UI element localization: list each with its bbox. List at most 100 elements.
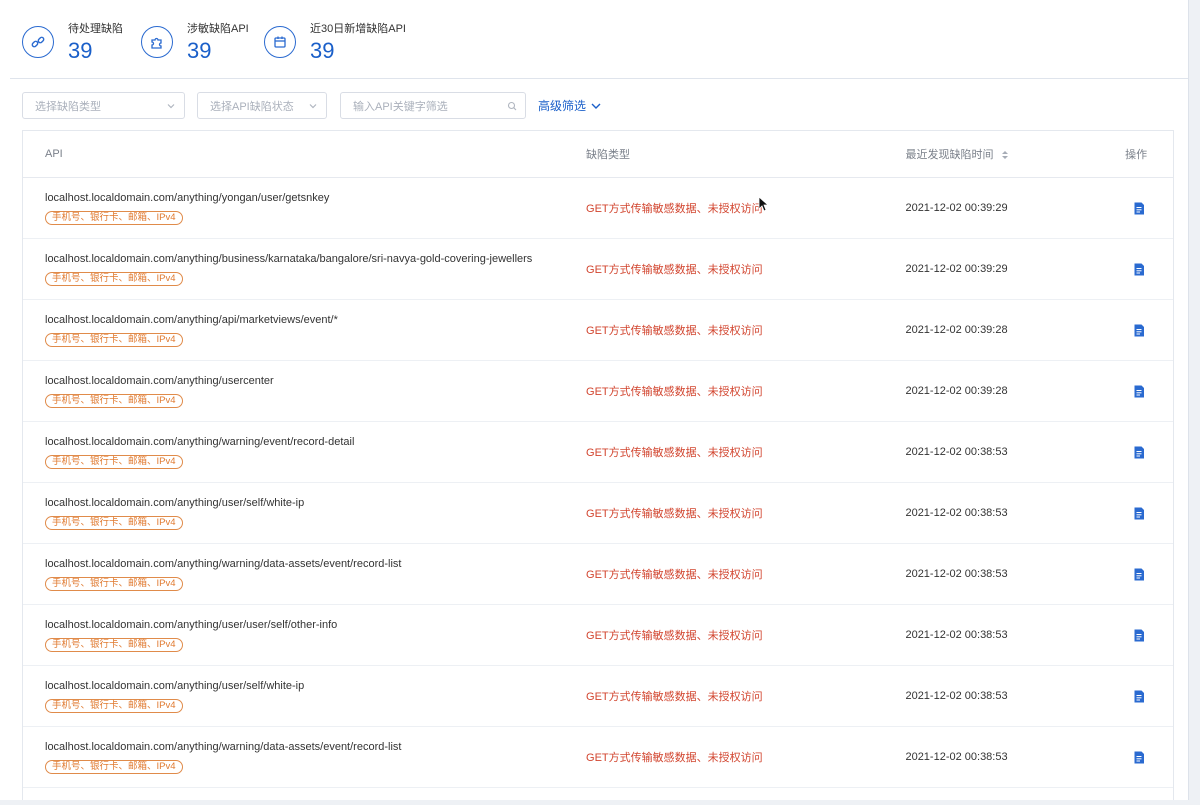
stat-label: 涉敏缺陷API bbox=[187, 23, 249, 35]
table-row[interactable]: localhost.localdomain.com/anything/busin… bbox=[23, 239, 1173, 300]
sort-icon[interactable] bbox=[1001, 150, 1009, 160]
keyword-search-input[interactable]: 输入API关键字筛选 bbox=[340, 92, 526, 119]
table-row[interactable]: localhost.localdomain.com/anything/warni… bbox=[23, 422, 1173, 483]
table-row-partial bbox=[23, 788, 1173, 800]
stats-bar: 待处理缺陷 39 涉敏缺陷API 39 近30日新增缺陷API 39 bbox=[22, 20, 424, 64]
sensitive-data-tag: 手机号、银行卡、邮箱、IPv4 bbox=[45, 333, 183, 347]
api-url[interactable]: localhost.localdomain.com/anything/yonga… bbox=[45, 191, 586, 205]
table-row[interactable]: localhost.localdomain.com/anything/user/… bbox=[23, 605, 1173, 666]
document-icon[interactable] bbox=[1133, 324, 1145, 337]
header-divider bbox=[10, 78, 1188, 79]
last-found-time-cell: 2021-12-02 00:38:53 bbox=[905, 568, 1008, 580]
api-cell: localhost.localdomain.com/anything/yonga… bbox=[23, 191, 586, 225]
stat-label: 近30日新增缺陷API bbox=[310, 23, 406, 35]
operation-cell bbox=[1125, 629, 1173, 642]
header-api: API bbox=[45, 148, 63, 160]
last-found-time-cell: 2021-12-02 00:38:53 bbox=[905, 690, 1008, 702]
api-cell: localhost.localdomain.com/anything/warni… bbox=[23, 435, 586, 469]
api-cell: localhost.localdomain.com/anything/warni… bbox=[23, 740, 586, 774]
stat-value: 39 bbox=[68, 38, 93, 63]
chevron-down-icon bbox=[167, 103, 175, 108]
sensitive-data-tag: 手机号、银行卡、邮箱、IPv4 bbox=[45, 760, 183, 774]
operation-cell bbox=[1125, 263, 1173, 276]
defect-type-cell: GET方式传输敏感数据、未授权访问 bbox=[586, 325, 763, 337]
api-url[interactable]: localhost.localdomain.com/anything/warni… bbox=[45, 557, 586, 571]
operation-cell bbox=[1125, 568, 1173, 581]
api-cell: localhost.localdomain.com/anything/user/… bbox=[23, 496, 586, 530]
stat-new-30d: 近30日新增缺陷API 39 bbox=[264, 20, 424, 64]
last-found-time-cell: 2021-12-02 00:39:28 bbox=[905, 385, 1008, 397]
select-placeholder: 选择缺陷类型 bbox=[35, 100, 101, 113]
sensitive-data-tag: 手机号、银行卡、邮箱、IPv4 bbox=[45, 699, 183, 713]
table-row[interactable]: localhost.localdomain.com/anything/api/m… bbox=[23, 300, 1173, 361]
sensitive-data-tag: 手机号、银行卡、邮箱、IPv4 bbox=[45, 211, 183, 225]
document-icon[interactable] bbox=[1133, 507, 1145, 520]
document-icon[interactable] bbox=[1133, 446, 1145, 459]
api-status-select[interactable]: 选择API缺陷状态 bbox=[197, 92, 327, 119]
defect-type-cell: GET方式传输敏感数据、未授权访问 bbox=[586, 691, 763, 703]
last-found-time-cell: 2021-12-02 00:39:28 bbox=[905, 324, 1008, 336]
api-cell: localhost.localdomain.com/anything/userc… bbox=[23, 374, 586, 408]
table-row[interactable]: localhost.localdomain.com/anything/user/… bbox=[23, 666, 1173, 727]
operation-cell bbox=[1125, 751, 1173, 764]
sensitive-data-tag: 手机号、银行卡、邮箱、IPv4 bbox=[45, 638, 183, 652]
api-url[interactable]: localhost.localdomain.com/anything/busin… bbox=[45, 252, 586, 266]
header-last-found-time[interactable]: 最近发现缺陷时间 bbox=[905, 146, 1125, 162]
sensitive-data-tag: 手机号、银行卡、邮箱、IPv4 bbox=[45, 516, 183, 530]
api-cell: localhost.localdomain.com/anything/user/… bbox=[23, 618, 586, 652]
mouse-cursor-icon bbox=[758, 196, 768, 212]
api-url[interactable]: localhost.localdomain.com/anything/user/… bbox=[45, 618, 586, 632]
sensitive-data-tag: 手机号、银行卡、邮箱、IPv4 bbox=[45, 577, 183, 591]
operation-cell bbox=[1125, 507, 1173, 520]
api-url[interactable]: localhost.localdomain.com/anything/userc… bbox=[45, 374, 586, 388]
table-header: API 缺陷类型 最近发现缺陷时间 操作 bbox=[23, 131, 1173, 178]
table-row[interactable]: localhost.localdomain.com/anything/warni… bbox=[23, 544, 1173, 605]
advanced-filter-label: 高级筛选 bbox=[538, 99, 587, 113]
document-icon[interactable] bbox=[1133, 385, 1145, 398]
last-found-time-cell: 2021-12-02 00:38:53 bbox=[905, 629, 1008, 641]
defect-type-cell: GET方式传输敏感数据、未授权访问 bbox=[586, 447, 763, 459]
table-body: localhost.localdomain.com/anything/yonga… bbox=[23, 178, 1173, 788]
operation-cell bbox=[1125, 324, 1173, 337]
operation-cell bbox=[1125, 385, 1173, 398]
defect-type-cell: GET方式传输敏感数据、未授权访问 bbox=[586, 630, 763, 642]
api-url[interactable]: localhost.localdomain.com/anything/user/… bbox=[45, 496, 586, 510]
select-placeholder: 选择API缺陷状态 bbox=[210, 100, 294, 113]
calendar-icon bbox=[264, 26, 296, 58]
last-found-time-cell: 2021-12-02 00:38:53 bbox=[905, 446, 1008, 458]
defect-type-cell: GET方式传输敏感数据、未授权访问 bbox=[586, 386, 763, 398]
api-cell: localhost.localdomain.com/anything/warni… bbox=[23, 557, 586, 591]
last-found-time-cell: 2021-12-02 00:39:29 bbox=[905, 263, 1008, 275]
page-frame: 待处理缺陷 39 涉敏缺陷API 39 近30日新增缺陷API 39 选择缺陷类… bbox=[0, 0, 1189, 800]
header-defect-type: 缺陷类型 bbox=[586, 149, 631, 161]
search-icon bbox=[507, 101, 517, 110]
defect-type-cell: GET方式传输敏感数据、未授权访问 bbox=[586, 203, 763, 215]
api-url[interactable]: localhost.localdomain.com/anything/warni… bbox=[45, 740, 586, 754]
document-icon[interactable] bbox=[1133, 690, 1145, 703]
stat-label: 待处理缺陷 bbox=[68, 23, 123, 35]
document-icon[interactable] bbox=[1133, 751, 1145, 764]
sensitive-data-tag: 手机号、银行卡、邮箱、IPv4 bbox=[45, 394, 183, 408]
advanced-filter-link[interactable]: 高级筛选 bbox=[538, 97, 602, 114]
document-icon[interactable] bbox=[1133, 263, 1145, 276]
document-icon[interactable] bbox=[1133, 202, 1145, 215]
defect-type-cell: GET方式传输敏感数据、未授权访问 bbox=[586, 508, 763, 520]
document-icon[interactable] bbox=[1133, 568, 1145, 581]
defect-type-cell: GET方式传输敏感数据、未授权访问 bbox=[586, 264, 763, 276]
defect-type-select[interactable]: 选择缺陷类型 bbox=[22, 92, 185, 119]
api-url[interactable]: localhost.localdomain.com/anything/api/m… bbox=[45, 313, 586, 327]
table-row[interactable]: localhost.localdomain.com/anything/warni… bbox=[23, 727, 1173, 788]
api-url[interactable]: localhost.localdomain.com/anything/user/… bbox=[45, 679, 586, 693]
last-found-time-cell: 2021-12-02 00:38:53 bbox=[905, 507, 1008, 519]
chevron-down-icon bbox=[309, 103, 317, 108]
table-row[interactable]: localhost.localdomain.com/anything/userc… bbox=[23, 361, 1173, 422]
chevron-down-icon bbox=[591, 103, 601, 109]
table-row[interactable]: localhost.localdomain.com/anything/user/… bbox=[23, 483, 1173, 544]
operation-cell bbox=[1125, 690, 1173, 703]
search-placeholder: 输入API关键字筛选 bbox=[353, 100, 448, 113]
table-row[interactable]: localhost.localdomain.com/anything/yonga… bbox=[23, 178, 1173, 239]
last-found-time-cell: 2021-12-02 00:39:29 bbox=[905, 202, 1008, 214]
api-url[interactable]: localhost.localdomain.com/anything/warni… bbox=[45, 435, 586, 449]
stat-value: 39 bbox=[187, 38, 212, 63]
document-icon[interactable] bbox=[1133, 629, 1145, 642]
